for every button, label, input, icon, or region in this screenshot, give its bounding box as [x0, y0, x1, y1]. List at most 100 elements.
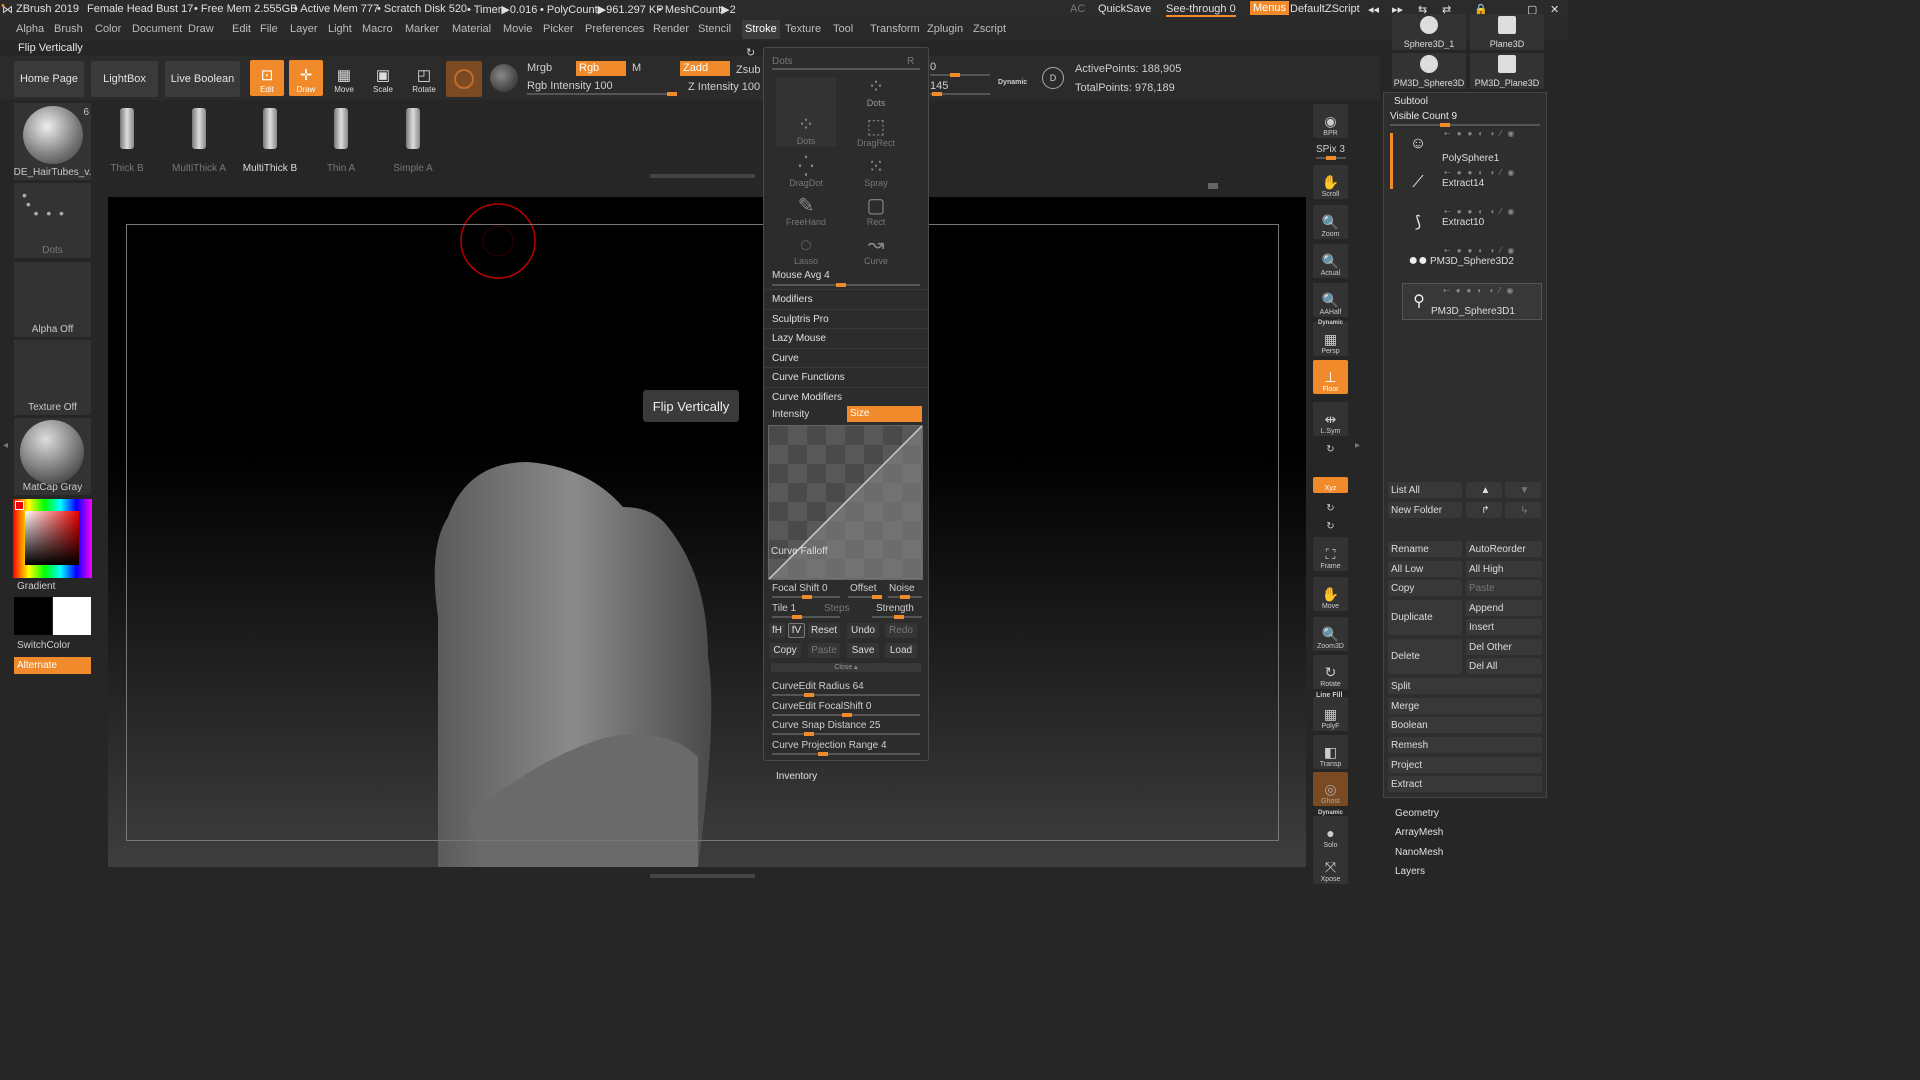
new-folder-button[interactable]: New Folder [1388, 502, 1462, 518]
layers-section[interactable]: Layers [1395, 866, 1425, 877]
duplicate-button[interactable]: Duplicate [1388, 600, 1462, 635]
autoreorder-button[interactable]: AutoReorder [1466, 541, 1542, 557]
scale-button[interactable]: ▣ Scale [366, 60, 400, 96]
menu-stencil[interactable]: Stencil [698, 23, 731, 35]
tool-bpr[interactable]: ◉ BPR [1313, 104, 1348, 138]
offset-track[interactable] [848, 595, 882, 599]
subtool-item-extract14[interactable]: ⟋ Extract14 ⇠●●◐◑⁄◉ [1402, 166, 1542, 203]
subtool-title[interactable]: Subtool [1394, 96, 1428, 107]
curveedit-radius-track[interactable] [772, 693, 920, 697]
subtool-toggles[interactable]: ⇠●●◐◑⁄◉ [1444, 168, 1540, 177]
tile-track[interactable] [772, 615, 840, 619]
focal-shift-slider[interactable]: Focal Shift 0 [772, 583, 828, 594]
stroke-type-dragdot[interactable]: ⁛ DragDot [776, 150, 836, 188]
noise-track[interactable] [888, 595, 922, 599]
curve-projection-track[interactable] [772, 752, 920, 756]
tool-ghost[interactable]: ◎ Ghost [1313, 772, 1348, 806]
tool-solo[interactable]: ● Solo [1313, 816, 1348, 850]
folder-arrow2-icon[interactable]: ↳ [1505, 502, 1541, 518]
strength-slider[interactable]: Strength [876, 603, 914, 614]
draw-button[interactable]: ✛ Draw [289, 60, 323, 96]
rotate-button[interactable]: ◰ Rotate [407, 60, 441, 96]
tool-actual[interactable]: 🔍 Actual [1313, 244, 1348, 278]
tool-xpose[interactable]: ⤧ Xpose [1313, 850, 1348, 884]
menu-texture[interactable]: Texture [785, 23, 821, 35]
spix-track[interactable] [1316, 156, 1346, 160]
spix-knob[interactable] [1326, 156, 1336, 160]
del-all-button[interactable]: Del All [1466, 658, 1542, 674]
all-high-button[interactable]: All High [1466, 561, 1542, 577]
tool-thumb-pm3d_sphere3d[interactable]: PM3D_Sphere3D [1392, 53, 1466, 89]
stroke-selector[interactable]: • • • • • Dots [14, 183, 91, 258]
arraymesh-section[interactable]: ArrayMesh [1395, 827, 1443, 838]
left-collapse-icon[interactable]: ◂ [3, 440, 8, 451]
close-icon[interactable]: ✕ [1550, 3, 1559, 16]
material-swatch[interactable] [446, 61, 482, 97]
append-button[interactable]: Append [1466, 600, 1542, 616]
tool-polyf[interactable]: ▦ PolyF [1313, 697, 1348, 731]
draw-size-track[interactable] [930, 73, 990, 77]
tool-zoom[interactable]: 🔍 Zoom [1313, 205, 1348, 239]
strength-track[interactable] [872, 615, 922, 619]
mouse-avg-slider[interactable]: Mouse Avg 4 [772, 270, 830, 281]
intensity-button[interactable]: Intensity [772, 409, 809, 420]
curve-projection-knob[interactable] [818, 752, 828, 756]
primary-color-swatch[interactable] [14, 597, 52, 635]
tool-thumb-plane3d[interactable]: Plane3D [1470, 14, 1544, 50]
rgb-button[interactable]: Rgb [576, 61, 626, 76]
tool-button-8[interactable]: ↻ [1313, 440, 1348, 456]
section-lazy-mouse[interactable]: Lazy Mouse [764, 328, 928, 347]
mouse-avg-knob[interactable] [836, 283, 846, 287]
seethrough-slider[interactable]: See-through 0 [1166, 3, 1236, 17]
color-square[interactable] [25, 511, 79, 565]
subtool-item-polysphere1[interactable]: ☺ PolySphere1 ⇠●●◐◑⁄◉ [1402, 127, 1542, 164]
layout-left-icon[interactable]: ◂◂ [1368, 3, 1379, 16]
folder-arrow-icon[interactable]: ↱ [1466, 502, 1502, 518]
load-curve-button[interactable]: Load [885, 643, 917, 658]
move-up-icon[interactable]: ▲ [1466, 482, 1502, 498]
stroke-type-dragrect[interactable]: ⬚ DragRect [846, 110, 906, 148]
project-button[interactable]: Project [1388, 757, 1542, 773]
extract-button[interactable]: Extract [1388, 776, 1542, 792]
subtool-toggles[interactable]: ⇠●●◐◑⁄◉ [1443, 286, 1539, 295]
reset-button[interactable]: Reset [808, 623, 840, 638]
tool-rotate[interactable]: ↻ Rotate [1313, 655, 1348, 689]
right-collapse-icon[interactable]: ▸ [1355, 440, 1360, 451]
color-sphere-icon[interactable] [490, 64, 518, 92]
stroke-header-r[interactable]: R [907, 56, 914, 67]
subtool-item-pm3d_sphere3d1[interactable]: ⚲ PM3D_Sphere3D1 ⇠●●◐◑⁄◉ [1402, 283, 1542, 320]
rgb-intensity-knob[interactable] [667, 92, 677, 96]
menu-zscript[interactable]: Zscript [973, 23, 1006, 35]
curve-snap-slider[interactable]: Curve Snap Distance 25 [772, 720, 880, 731]
menu-picker[interactable]: Picker [543, 23, 574, 35]
size-button[interactable]: Size [847, 406, 922, 422]
menu-movie[interactable]: Movie [503, 23, 532, 35]
focal-shift-knob[interactable] [802, 595, 812, 599]
default-zscript[interactable]: DefaultZScript [1290, 3, 1360, 15]
home-page-button[interactable]: Home Page [14, 61, 84, 97]
shelf-brush-thick-b[interactable]: Thick B [97, 104, 157, 174]
noise-slider[interactable]: Noise [889, 583, 915, 594]
rgb-intensity-slider[interactable]: Rgb Intensity 100 [527, 80, 613, 92]
tool-floor[interactable]: ⊥ Floor [1313, 360, 1348, 394]
spix-slider[interactable]: SPix 3 [1316, 144, 1345, 155]
all-low-button[interactable]: All Low [1388, 561, 1462, 577]
list-all-button[interactable]: List All [1388, 482, 1462, 498]
menu-color[interactable]: Color [95, 23, 121, 35]
texture-selector[interactable]: Texture Off [14, 340, 91, 415]
tool-thumb-pm3d_plane3d[interactable]: PM3D_Plane3D [1470, 53, 1544, 89]
noise-knob[interactable] [900, 595, 910, 599]
m-button[interactable]: M [632, 62, 641, 74]
menu-macro[interactable]: Macro [362, 23, 393, 35]
split-button[interactable]: Split [1388, 678, 1542, 694]
stroke-type-dots[interactable]: ⁘ Dots [846, 74, 906, 108]
offset-slider[interactable]: Offset [850, 583, 877, 594]
tool-thumb-sphere3d_1[interactable]: Sphere3D_1 [1392, 14, 1466, 50]
tile-knob[interactable] [792, 615, 802, 619]
menu-document[interactable]: Document [132, 23, 182, 35]
save-curve-button[interactable]: Save [847, 643, 879, 658]
color-picker[interactable] [13, 499, 92, 578]
ac-button[interactable]: AC [1070, 3, 1085, 15]
del-other-button[interactable]: Del Other [1466, 639, 1542, 655]
menu-alpha[interactable]: Alpha [16, 23, 44, 35]
